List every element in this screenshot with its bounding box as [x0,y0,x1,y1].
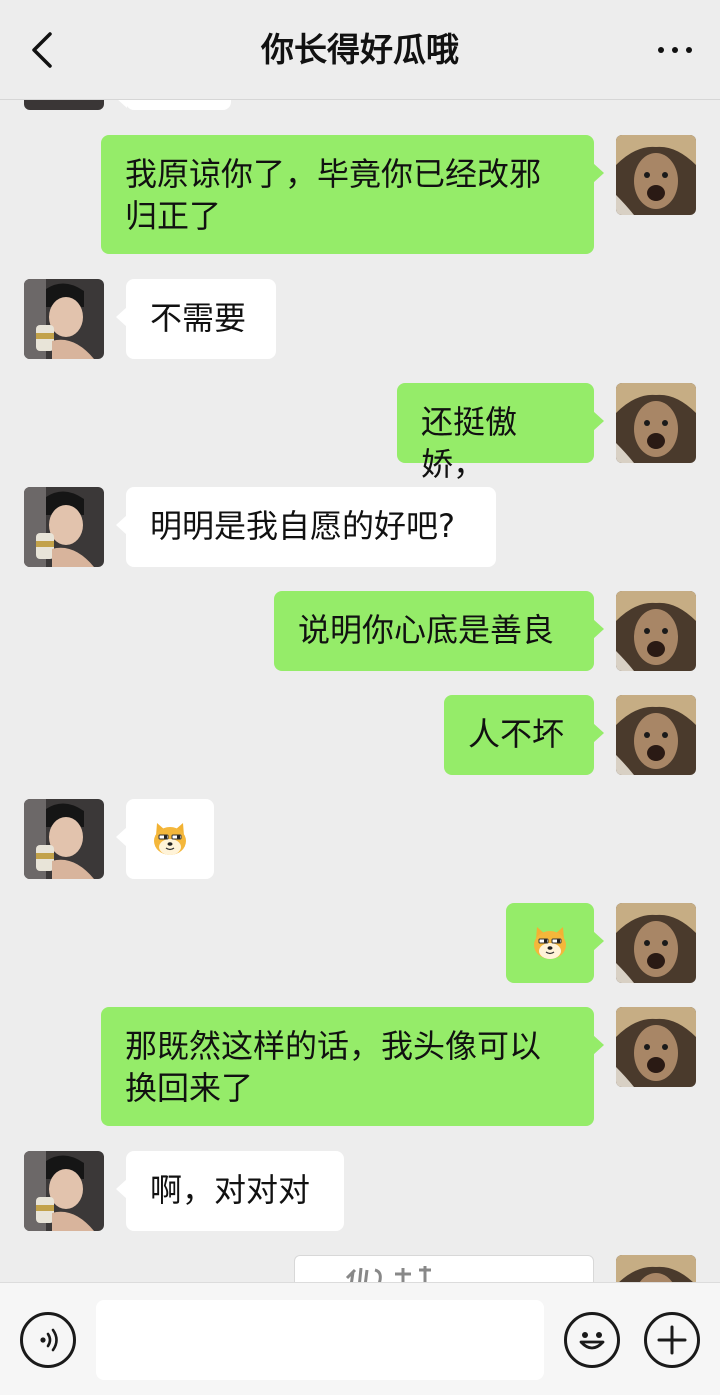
message-bubble-partial[interactable] [116,100,231,110]
contact-avatar[interactable] [24,100,104,110]
more-dot-icon [672,47,678,53]
message-bubble-outgoing[interactable]: 说明你心底是善良 [274,591,604,671]
message-text: 还挺傲娇， [421,403,518,483]
contact-avatar[interactable] [24,1151,104,1231]
more-dot-icon [658,47,664,53]
my-avatar[interactable] [616,903,696,983]
voice-icon [40,1328,58,1352]
chat-header: 你长得好瓜哦 [0,0,720,100]
message-list[interactable]: 我原谅你了，毕竟你已经改邪归正了 不需要 还挺傲娇， 明明是我自愿的好吧? 说明… [0,100,720,1282]
my-avatar[interactable] [616,1007,696,1087]
contact-avatar[interactable] [24,279,104,359]
message-text: 说明你心底是善良 [298,611,555,649]
my-avatar[interactable] [616,695,696,775]
more-dot-icon [686,47,692,53]
contact-avatar[interactable] [24,487,104,567]
message-bubble-outgoing[interactable]: 还挺傲娇， [397,383,604,483]
emoji-button[interactable] [564,1312,620,1368]
message-bubble-incoming[interactable]: 明明是我自愿的好吧? [116,487,496,567]
voice-button[interactable] [20,1312,76,1368]
more-options-button[interactable] [650,30,700,70]
my-avatar[interactable] [616,383,696,463]
message-bubble-incoming[interactable] [116,799,214,879]
message-text: 啊，对对对 [150,1171,311,1209]
my-avatar[interactable] [616,1255,696,1282]
contact-avatar[interactable] [24,799,104,879]
input-bar [0,1282,720,1395]
message-input[interactable] [96,1300,544,1380]
doge-sticker-icon [154,823,186,855]
message-text: 那既然这样的话，我头像可以换回来了 [125,1027,542,1107]
image-thumbnail-icon [345,1266,431,1282]
doge-sticker-icon [534,927,566,959]
image-message-partial[interactable] [294,1255,594,1282]
plus-icon [657,1325,687,1355]
message-bubble-incoming[interactable]: 不需要 [116,279,276,359]
message-text: 我原谅你了，毕竟你已经改邪归正了 [125,155,542,235]
message-text: 明明是我自愿的好吧? [150,507,455,545]
smiley-face-icon [579,1332,605,1350]
message-text: 不需要 [150,299,247,337]
message-bubble-incoming[interactable]: 啊，对对对 [116,1151,344,1231]
message-bubble-outgoing[interactable] [506,903,604,983]
chat-title: 你长得好瓜哦 [261,30,459,69]
my-avatar[interactable] [616,135,696,215]
message-bubble-outgoing[interactable]: 我原谅你了，毕竟你已经改邪归正了 [101,135,604,254]
message-bubble-outgoing[interactable]: 人不坏 [444,695,604,775]
my-avatar[interactable] [616,591,696,671]
message-bubble-outgoing[interactable]: 那既然这样的话，我头像可以换回来了 [101,1007,604,1126]
more-functions-button[interactable] [644,1312,700,1368]
message-text: 人不坏 [468,715,565,753]
